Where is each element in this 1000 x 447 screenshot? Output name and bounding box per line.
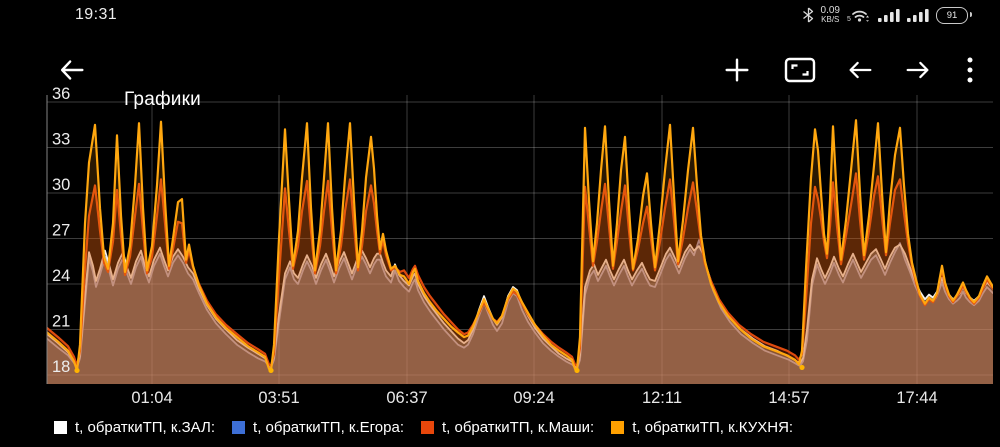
- x-tick-label: 06:37: [386, 389, 427, 407]
- plot-area[interactable]: [47, 95, 993, 388]
- x-tick-label: 01:04: [131, 389, 172, 407]
- dip-marker: [74, 367, 80, 374]
- x-tick-label: 09:24: [513, 389, 554, 407]
- x-tick-label: 12:11: [642, 389, 682, 407]
- x-axis-labels: 01:04 03:51 06:37 09:24 12:11 14:57 17:44: [131, 389, 937, 407]
- x-tick-label: 17:44: [896, 389, 937, 407]
- y-tick-label: 27: [52, 222, 70, 240]
- legend-item[interactable]: t, обраткиТП, к.Егора:: [232, 419, 404, 436]
- dip-marker: [799, 364, 805, 371]
- y-tick-label: 36: [52, 85, 70, 103]
- legend-item[interactable]: t, обраткиТП, к.ЗАЛ:: [54, 419, 215, 436]
- legend-swatch-icon: [54, 421, 67, 434]
- x-tick-label: 03:51: [258, 389, 299, 407]
- legend-swatch-icon: [232, 421, 246, 434]
- y-tick-label: 30: [52, 176, 70, 194]
- y-tick-label: 18: [52, 358, 70, 376]
- chart-canvas[interactable]: 1821242730333601:04 03:51 06:37 09:24 12:11 1…: [0, 0, 1000, 447]
- legend-label: t, обраткиТП, к.КУХНЯ:: [632, 419, 794, 436]
- legend-swatch-icon: [420, 421, 434, 434]
- y-axis-labels: 18 21 24 27 30 33 36: [52, 85, 70, 376]
- legend-label: t, обраткиТП, к.ЗАЛ:: [75, 419, 216, 436]
- legend-label: t, обраткиТП, к.Маши:: [441, 419, 595, 436]
- phone-screen: 19:31 0.09 KB/S 5 91 Графики 18 21 24 27…: [0, 0, 1000, 447]
- x-tick-label: 14:57: [768, 389, 809, 407]
- legend-label: t, обраткиТП, к.Егора:: [253, 419, 404, 436]
- chart-legend: t, обраткиТП, к.ЗАЛ: t, обраткиТП, к.Егор…: [54, 419, 793, 436]
- y-tick-label: 24: [52, 267, 70, 285]
- legend-item[interactable]: t, обраткиТП, к.Маши:: [420, 419, 595, 436]
- y-tick-label: 33: [52, 131, 70, 149]
- legend-item[interactable]: t, обраткиТП, к.КУХНЯ:: [611, 419, 793, 436]
- legend-swatch-icon: [611, 421, 625, 434]
- y-tick-label: 21: [52, 313, 70, 331]
- dip-marker: [268, 367, 274, 374]
- dip-marker: [574, 367, 580, 374]
